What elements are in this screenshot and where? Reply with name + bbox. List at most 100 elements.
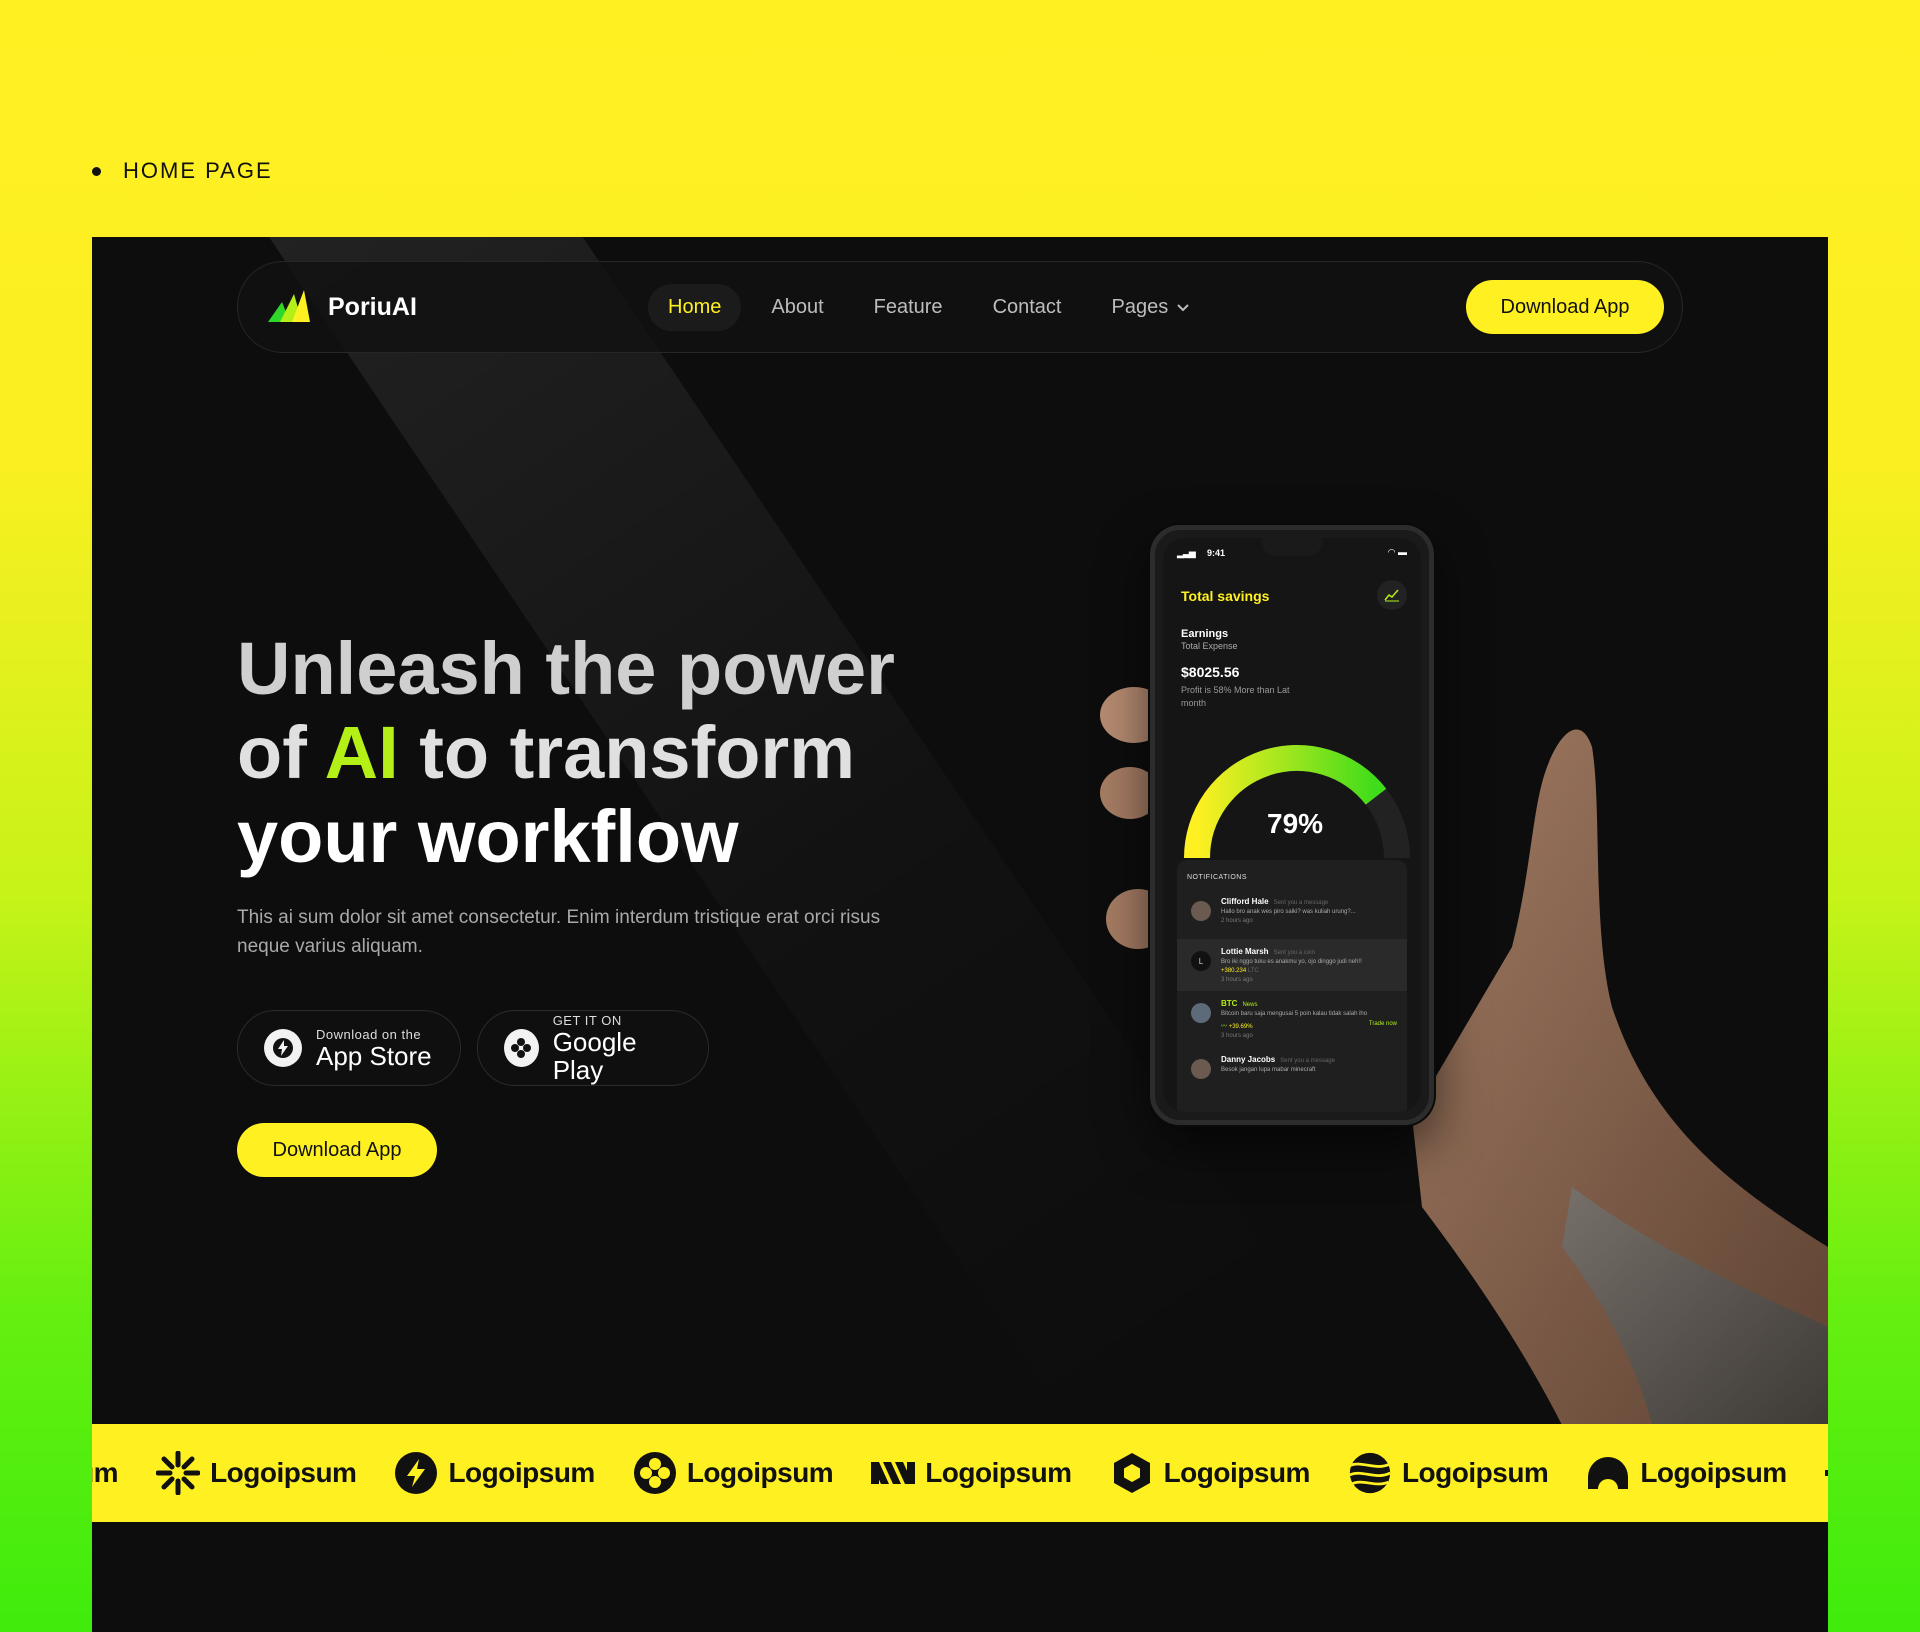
logo-text: Logoipsum	[448, 1457, 595, 1488]
clover-icon	[633, 1451, 677, 1495]
brand-logo-icon	[268, 290, 310, 322]
notification-header: Clifford Hale Sent you a message	[1221, 897, 1397, 906]
nav-pages[interactable]: Pages	[1092, 284, 1211, 331]
logo-row: sum Logoipsum Logoipsum Logoipsum Logoip…	[92, 1424, 1828, 1522]
partner-logo	[1824, 1451, 1828, 1495]
nav-links: Home About Feature Contact Pages	[648, 284, 1210, 331]
logo-text: Logoipsum	[1640, 1457, 1787, 1488]
hero-title: Unleash the power of AI to transform you…	[237, 627, 997, 879]
notification-trade-row: 〰 +39.69% Trade now	[1221, 1021, 1397, 1030]
notification-item[interactable]: L Lottie Marsh Sent you a coin Bro iki ng…	[1177, 939, 1407, 991]
navbar: PoriuAI Home About Feature Contact Pages…	[237, 261, 1683, 353]
wifi-battery-icon: ◠ ▬	[1387, 547, 1407, 557]
partner-logo: Logoipsum	[156, 1451, 357, 1495]
google-play-big: Google Play	[552, 1026, 637, 1085]
profit-text: Profit is 58% More than Lat month	[1181, 685, 1290, 708]
notifications-label: NOTIFICATIONS	[1187, 874, 1248, 881]
nav-home[interactable]: Home	[648, 284, 742, 331]
gauge-percent: 79%	[1267, 808, 1324, 839]
logo-text: Logoipsum	[925, 1457, 1072, 1488]
btc-change-value: +39.69%	[1228, 1024, 1253, 1030]
notification-header: Danny Jacobs Sent you a message	[1221, 1055, 1397, 1064]
notification-header: BTC News	[1221, 999, 1397, 1008]
notification-item[interactable]: BTC News Bitcoin baru saja mengusai 5 poi…	[1177, 991, 1407, 1047]
notification-time: 3 hours ago	[1221, 1033, 1253, 1039]
coin-value: +380.234	[1221, 968, 1247, 974]
partner-logo: Logoipsum	[871, 1451, 1072, 1495]
hero-description: This ai sum dolor sit amet consectetur. …	[237, 907, 881, 957]
app-store-text: Download on the App Store	[316, 1027, 432, 1070]
google-play-text: GET IT ON Google Play	[553, 1013, 682, 1084]
savings-gauge	[1184, 745, 1410, 859]
homepage-frame: PoriuAI Home About Feature Contact Pages…	[92, 237, 1828, 1632]
nav-download-button[interactable]: Download App	[1466, 280, 1664, 334]
avatar	[1191, 1003, 1211, 1023]
hero-download-button[interactable]: Download App	[237, 1123, 437, 1177]
nav-feature[interactable]: Feature	[854, 284, 963, 331]
hero-title-line-3: your workflow	[237, 795, 739, 878]
nav-contact[interactable]: Contact	[973, 284, 1082, 331]
notification-text: Bro iki nggo tuku es anakmu yo, ojo ding…	[1221, 959, 1362, 965]
notification-time: 2 hours ago	[1221, 918, 1253, 924]
partner-logo: Logoipsum	[394, 1451, 595, 1495]
hero-title-of: of	[237, 711, 325, 794]
hero-title-line-2: of AI to transform	[237, 711, 997, 795]
phone-screen: ▂▃▅ 9:41 ◠ ▬ Total savings Earnings Tota…	[1163, 538, 1421, 1112]
chevron-down-icon	[1177, 303, 1189, 311]
sunburst-icon	[156, 1451, 201, 1495]
avatar: L	[1191, 951, 1211, 971]
logo-text: sum	[92, 1457, 119, 1488]
google-play-button[interactable]: GET IT ON Google Play	[477, 1010, 709, 1086]
amount-value: $8025.56	[1181, 664, 1240, 680]
hero-title-rest: to transform	[398, 711, 856, 794]
partner-logo: sum	[92, 1457, 119, 1489]
notification-item[interactable]: Clifford Hale Sent you a message Hallo br…	[1177, 889, 1407, 939]
bullet-icon	[92, 166, 101, 176]
partner-logo: Logoipsum	[1110, 1451, 1310, 1495]
arch-icon	[1586, 1451, 1630, 1495]
section-label: HOME PAGE	[92, 158, 273, 184]
chart-icon[interactable]	[1377, 580, 1407, 610]
app-store-button[interactable]: Download on the App Store	[237, 1010, 461, 1086]
bolt-icon	[394, 1451, 438, 1495]
sparkline-icon: 〰	[1221, 1024, 1228, 1030]
trade-now-link[interactable]: Trade now	[1369, 1021, 1397, 1030]
hero-title-highlight: AI	[324, 711, 399, 794]
logo-strip: sum Logoipsum Logoipsum Logoipsum Logoip…	[92, 1424, 1828, 1522]
hero-title-line-1: Unleash the power	[237, 627, 895, 710]
notification-meta: Sent you a message	[1280, 1058, 1335, 1064]
logo-text: Logoipsum	[686, 1457, 834, 1488]
phone-notch	[1262, 538, 1322, 556]
partner-logo: Logoipsum	[633, 1451, 834, 1495]
brand-name: PoriuAI	[328, 292, 417, 321]
savings-title: Total savings	[1181, 588, 1270, 604]
expense-label: Total Expense	[1181, 641, 1238, 651]
partner-logo: Logoipsum	[1586, 1451, 1787, 1495]
coin-unit: LTC	[1247, 968, 1259, 974]
notification-text: Besok jangan lupa mabar minecraft	[1221, 1067, 1316, 1073]
globe-stripes-icon	[1348, 1451, 1392, 1495]
notification-text: Hallo bro anak wes piro saiki? was kulia…	[1221, 909, 1356, 915]
notification-item[interactable]: Danny Jacobs Sent you a message Besok jan…	[1177, 1047, 1407, 1097]
avatar	[1191, 901, 1211, 921]
nav-about[interactable]: About	[751, 284, 843, 331]
btc-change: 〰 +39.69%	[1221, 1021, 1253, 1030]
signal-icon: ▂▃▅	[1177, 548, 1196, 558]
notification-time: 3 hours ago	[1221, 977, 1253, 983]
partner-logo: Logoipsum	[1348, 1451, 1549, 1495]
phone-mockup: ▂▃▅ 9:41 ◠ ▬ Total savings Earnings Tota…	[1150, 525, 1434, 1125]
brand[interactable]: PoriuAI	[268, 290, 417, 324]
notification-meta: News	[1242, 1002, 1258, 1008]
google-play-icon	[504, 1029, 539, 1067]
google-play-small: GET IT ON	[552, 1012, 622, 1028]
logo-text: Logoipsum	[210, 1457, 357, 1488]
notification-name: Danny Jacobs	[1221, 1055, 1276, 1064]
app-store-icon	[264, 1029, 302, 1067]
notifications-panel: NOTIFICATIONS Clifford Hale Sent you a me…	[1177, 860, 1407, 1112]
logo-text: Logoipsum	[1401, 1457, 1549, 1488]
section-label-text: HOME PAGE	[123, 158, 273, 183]
notification-header: Lottie Marsh Sent you a coin	[1221, 947, 1397, 956]
notification-value: +380.234 LTC	[1221, 968, 1397, 974]
hexagon-icon	[1110, 1451, 1154, 1495]
notification-name: Clifford Hale	[1221, 897, 1269, 906]
